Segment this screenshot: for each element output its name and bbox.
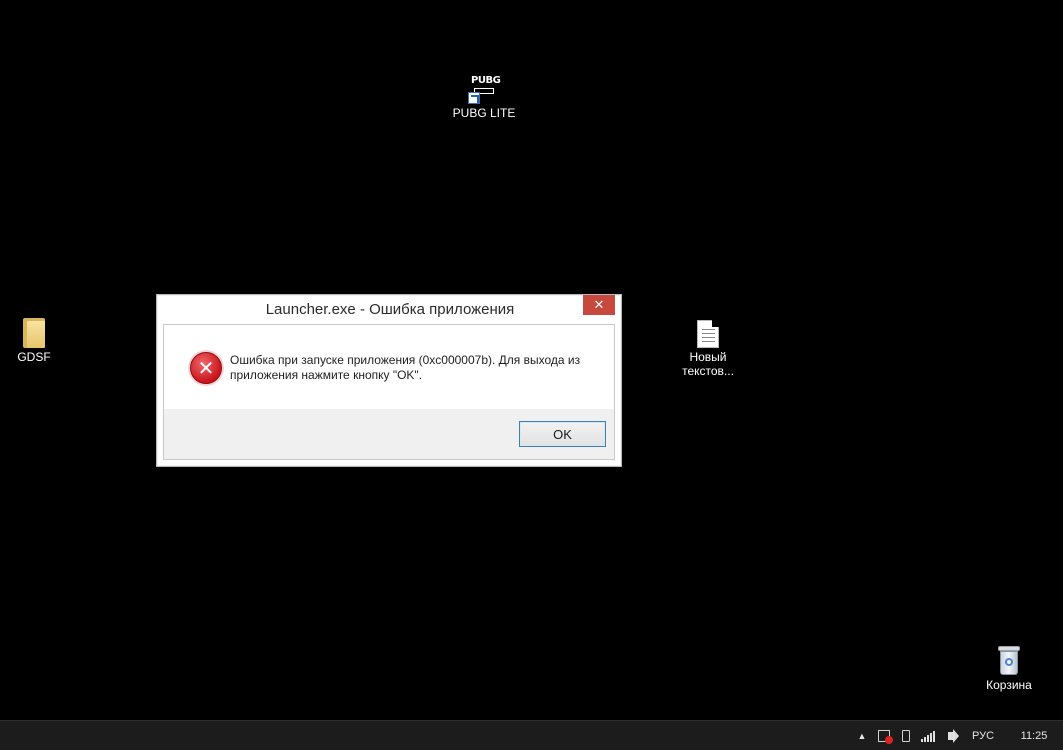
speaker-shape xyxy=(947,729,959,743)
taskbar-clock[interactable]: 11:25 xyxy=(1005,721,1063,750)
close-icon: ✕ xyxy=(593,297,605,312)
folder-front xyxy=(27,321,45,348)
taskbar: ▲ РУС 11:25 xyxy=(0,720,1063,750)
speaker-icon[interactable] xyxy=(939,721,961,750)
signal-bar xyxy=(924,737,926,742)
plug-shape xyxy=(902,730,910,742)
error-message: Ошибка при запуске приложения (0xc000007… xyxy=(230,353,600,383)
desktop-icon-recycle-bin[interactable]: Корзина xyxy=(969,644,1049,692)
error-cross-glyph: ✕ xyxy=(197,357,215,380)
recycle-symbol xyxy=(1005,658,1013,666)
doc-line xyxy=(702,333,715,334)
error-dialog: Launcher.exe - Ошибка приложения ✕ ✕ Оши… xyxy=(156,294,622,467)
flag-alert-dot xyxy=(885,736,893,744)
power-plug-icon[interactable] xyxy=(895,721,917,750)
show-hidden-icons-chevron-icon[interactable]: ▲ xyxy=(851,721,873,750)
system-tray: ▲ РУС 11:25 xyxy=(851,721,1063,750)
doc-line xyxy=(702,329,715,330)
signal-bars xyxy=(921,730,935,742)
desktop-icon-label: Корзина xyxy=(986,678,1032,692)
doc-line xyxy=(702,337,715,338)
signal-bar xyxy=(927,735,929,742)
desktop-icon-gdsf[interactable]: GDSF xyxy=(0,318,74,364)
signal-bar xyxy=(930,733,932,742)
network-signal-icon[interactable] xyxy=(917,721,939,750)
text-document-icon xyxy=(697,320,719,348)
pubg-logo-text: PUBG xyxy=(471,75,501,86)
desktop-icon-pubg-lite[interactable]: PUBG PUBG LITE xyxy=(444,74,524,120)
desktop: PUBG PUBG LITE GDSF Новый текстов... Кор… xyxy=(0,0,1063,720)
error-message-line1: Ошибка при запуске приложения (0xc000007… xyxy=(230,353,581,367)
recycle-bin-icon xyxy=(996,644,1022,676)
error-message-line2: приложения нажмите кнопку "OK". xyxy=(230,368,423,382)
dialog-title[interactable]: Launcher.exe - Ошибка приложения xyxy=(157,301,623,318)
pubg-lite-icon: PUBG xyxy=(468,74,501,104)
action-center-flag-icon[interactable] xyxy=(873,721,895,750)
desktop-icon-text-document[interactable]: Новый текстов... xyxy=(668,320,748,378)
close-button[interactable]: ✕ xyxy=(583,295,615,315)
desktop-icon-label: PUBG LITE xyxy=(452,106,516,120)
doc-line xyxy=(702,341,715,342)
desktop-icon-label: GDSF xyxy=(17,350,51,364)
desktop-icon-label-line2: текстов... xyxy=(682,364,734,378)
dialog-content-frame: ✕ Ошибка при запуске приложения (0xc0000… xyxy=(163,324,615,460)
signal-bar xyxy=(921,739,923,742)
language-indicator[interactable]: РУС xyxy=(961,721,1005,750)
dialog-body: ✕ Ошибка при запуске приложения (0xc0000… xyxy=(164,325,614,409)
signal-bar xyxy=(933,731,935,742)
desktop-icon-label-line1: Новый xyxy=(689,350,727,364)
shortcut-arrow-icon xyxy=(468,92,480,104)
folder-icon xyxy=(23,318,45,348)
ok-button[interactable]: OK xyxy=(519,421,606,447)
desktop-icon-label: Новый текстов... xyxy=(668,350,748,378)
flag-square xyxy=(878,730,893,744)
dialog-footer: OK xyxy=(164,409,614,459)
error-icon: ✕ xyxy=(190,352,222,384)
